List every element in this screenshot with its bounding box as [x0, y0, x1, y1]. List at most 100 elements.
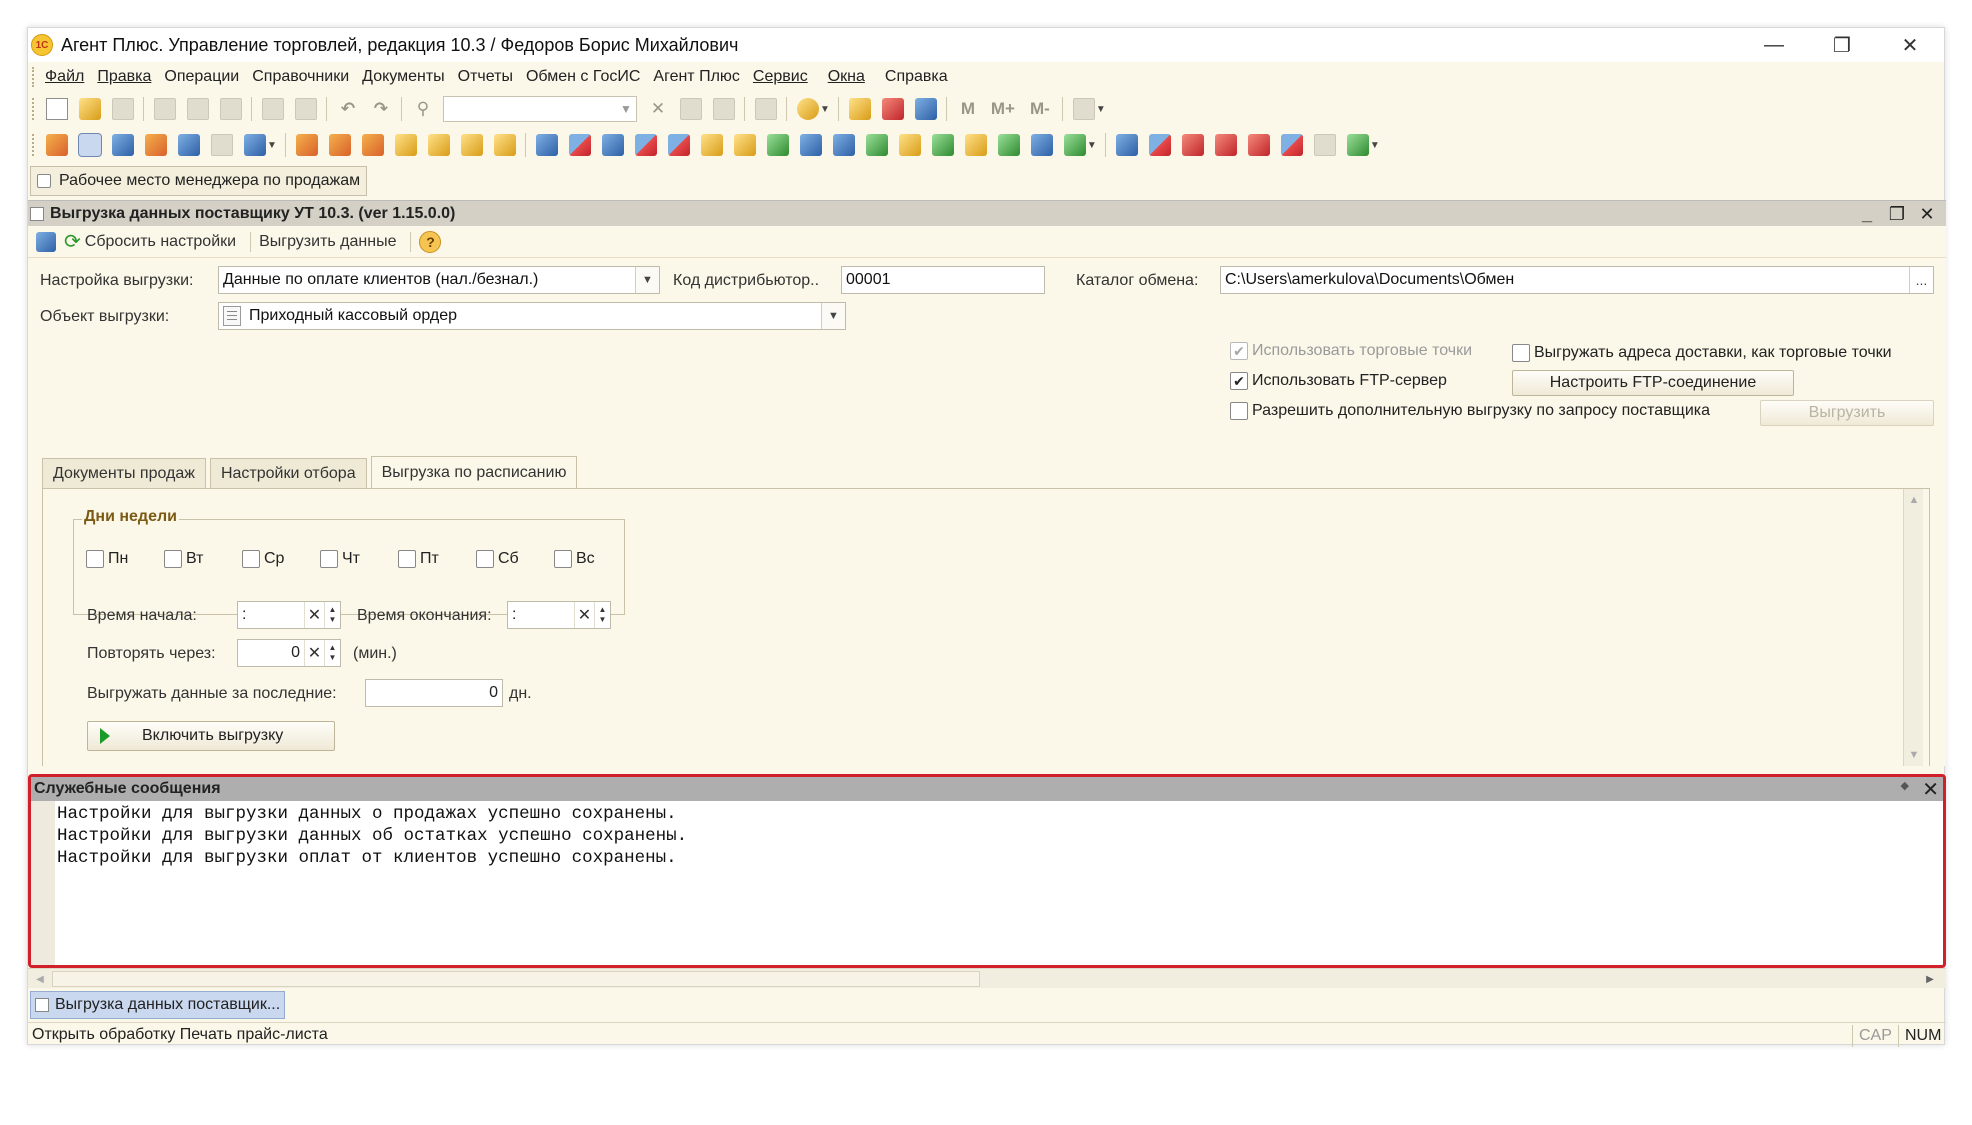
- export-data-button[interactable]: Выгрузить данные: [259, 233, 396, 251]
- redo-icon[interactable]: ↷: [370, 98, 392, 120]
- menu-documents[interactable]: Документы: [362, 68, 444, 86]
- printer-icon[interactable]: [112, 134, 134, 156]
- doc-list-icon[interactable]: [799, 134, 822, 156]
- doc-stock-icon[interactable]: [700, 134, 723, 156]
- client-add-icon[interactable]: [328, 134, 351, 156]
- memory-plus-icon[interactable]: M+: [990, 98, 1016, 120]
- scroll-left-icon[interactable]: ◀: [30, 969, 50, 989]
- calendar-icon[interactable]: [881, 98, 904, 120]
- chevron-down-icon[interactable]: ▼: [820, 104, 830, 115]
- paste-icon[interactable]: [220, 98, 242, 120]
- use-ftp-checkbox[interactable]: ✔ Использовать FTP-сервер: [1230, 372, 1447, 390]
- print-preview-icon[interactable]: [295, 98, 317, 120]
- help-icon[interactable]: ?: [419, 230, 442, 253]
- users-icon[interactable]: [914, 98, 937, 120]
- menu-references[interactable]: Справочники: [252, 68, 349, 86]
- tools-icon[interactable]: [1072, 98, 1095, 120]
- menu-windows[interactable]: Окна: [828, 68, 865, 86]
- minimize-button[interactable]: —: [1740, 28, 1808, 62]
- enable-export-button[interactable]: Включить выгрузку: [87, 721, 335, 751]
- weekday-tue-checkbox[interactable]: Вт: [164, 550, 203, 568]
- open-folder-icon[interactable]: [79, 98, 101, 120]
- chevron-down-icon[interactable]: ▼: [821, 303, 845, 329]
- close-button[interactable]: ✕: [1876, 28, 1944, 62]
- print-icon[interactable]: [262, 98, 284, 120]
- doc-check-icon[interactable]: [931, 134, 954, 156]
- report-agent-sum-icon[interactable]: [1148, 134, 1171, 156]
- print-orders-icon[interactable]: [145, 134, 167, 156]
- export-supplier-icon[interactable]: [78, 133, 102, 157]
- search-input[interactable]: ▼: [443, 96, 637, 122]
- doc-return-icon[interactable]: [568, 134, 591, 156]
- start-time-input[interactable]: : ✕ ▲ ▼: [237, 601, 341, 629]
- setup-ftp-button[interactable]: Настроить FTP-соединение: [1512, 370, 1794, 396]
- doc-agent-icon[interactable]: [1030, 134, 1053, 156]
- allow-extra-export-checkbox[interactable]: Разрешить дополнительную выгрузку по зап…: [1230, 402, 1710, 420]
- repeat-interval-input[interactable]: 0 ✕ ▲ ▼: [237, 639, 341, 667]
- weekday-fri-checkbox[interactable]: Пт: [398, 550, 439, 568]
- doc-transfer-icon[interactable]: [634, 134, 657, 156]
- doc-receipt-icon[interactable]: [667, 134, 690, 156]
- distributor-code-input[interactable]: 00001: [841, 266, 1045, 294]
- table-icon[interactable]: [211, 134, 233, 156]
- goods-price-icon[interactable]: [493, 134, 516, 156]
- report-stock-icon[interactable]: [1280, 134, 1303, 156]
- scroll-up-icon[interactable]: ▲: [1904, 489, 1924, 511]
- scroll-down-icon[interactable]: ▼: [1904, 744, 1924, 766]
- scroll-thumb[interactable]: [52, 971, 980, 987]
- find-next-icon[interactable]: [680, 98, 702, 120]
- horizontal-scrollbar[interactable]: ◀ ▶: [28, 968, 1946, 988]
- report-check-icon[interactable]: [1346, 134, 1369, 156]
- client-icon[interactable]: [295, 134, 318, 156]
- exchange-catalog-input[interactable]: C:\Users\amerkulova\Documents\Обмен ...: [1220, 266, 1934, 294]
- pin-icon[interactable]: ◆: [1901, 779, 1909, 792]
- restore-button[interactable]: ❐: [1808, 28, 1876, 62]
- taskbar-export-form[interactable]: Выгрузка данных поставщик...: [30, 991, 286, 1019]
- memory-m-icon[interactable]: M: [957, 98, 979, 120]
- report-table-icon[interactable]: [1313, 134, 1336, 156]
- chevron-down-icon[interactable]: ▼: [1370, 140, 1380, 151]
- export-addresses-checkbox[interactable]: Выгружать адреса доставки, как торговые …: [1512, 344, 1892, 362]
- weekday-thu-checkbox[interactable]: Чт: [320, 550, 360, 568]
- weekday-sat-checkbox[interactable]: Сб: [476, 550, 519, 568]
- new-document-icon[interactable]: [46, 98, 68, 120]
- calculator-icon[interactable]: [848, 98, 871, 120]
- report-returns-icon[interactable]: [1247, 134, 1270, 156]
- coins-icon[interactable]: [394, 134, 417, 156]
- goods-icon[interactable]: [460, 134, 483, 156]
- doc-cash-icon[interactable]: [964, 134, 987, 156]
- copy-icon[interactable]: [187, 98, 209, 120]
- panel-scrollbar[interactable]: ▲ ▼: [1903, 489, 1923, 766]
- tab-sales-documents[interactable]: Документы продаж: [42, 458, 206, 488]
- form-close-button[interactable]: ✕: [1912, 204, 1942, 225]
- doc-route-icon[interactable]: [898, 134, 921, 156]
- menu-operations[interactable]: Операции: [164, 68, 239, 86]
- info-icon[interactable]: [797, 98, 819, 120]
- clear-icon[interactable]: ✕: [304, 602, 324, 628]
- agents-icon[interactable]: [178, 134, 200, 156]
- weekday-sun-checkbox[interactable]: Вс: [554, 550, 595, 568]
- menu-agent-plus[interactable]: Агент Плюс: [653, 68, 740, 86]
- doc-discount-icon[interactable]: [997, 134, 1020, 156]
- messages-close-icon[interactable]: ✕: [1922, 777, 1939, 802]
- menu-service[interactable]: Сервис: [753, 68, 808, 86]
- chevron-down-icon[interactable]: ▼: [616, 97, 636, 121]
- workplace-tab[interactable]: Рабочее место менеджера по продажам: [30, 166, 368, 196]
- report-sales-icon[interactable]: [1214, 134, 1237, 156]
- report-sum-icon[interactable]: [1115, 134, 1138, 156]
- report-clients-icon[interactable]: [1181, 134, 1204, 156]
- doc-journal-icon[interactable]: [832, 134, 855, 156]
- stepper-icon[interactable]: ▲ ▼: [324, 602, 340, 628]
- form-minimize-button[interactable]: _: [1852, 204, 1882, 225]
- menu-edit[interactable]: Правка: [97, 68, 151, 86]
- end-time-input[interactable]: : ✕ ▲ ▼: [507, 601, 611, 629]
- menu-help[interactable]: Справка: [885, 68, 948, 86]
- chevron-down-icon[interactable]: ▼: [635, 267, 659, 293]
- save-icon[interactable]: [112, 98, 134, 120]
- doc-sales-icon[interactable]: [535, 134, 558, 156]
- chevron-down-icon[interactable]: ▼: [1096, 104, 1106, 115]
- cut-icon[interactable]: [154, 98, 176, 120]
- windows-icon[interactable]: [755, 98, 777, 120]
- undo-icon[interactable]: ↶: [337, 98, 359, 120]
- chevron-down-icon[interactable]: ▼: [267, 140, 277, 151]
